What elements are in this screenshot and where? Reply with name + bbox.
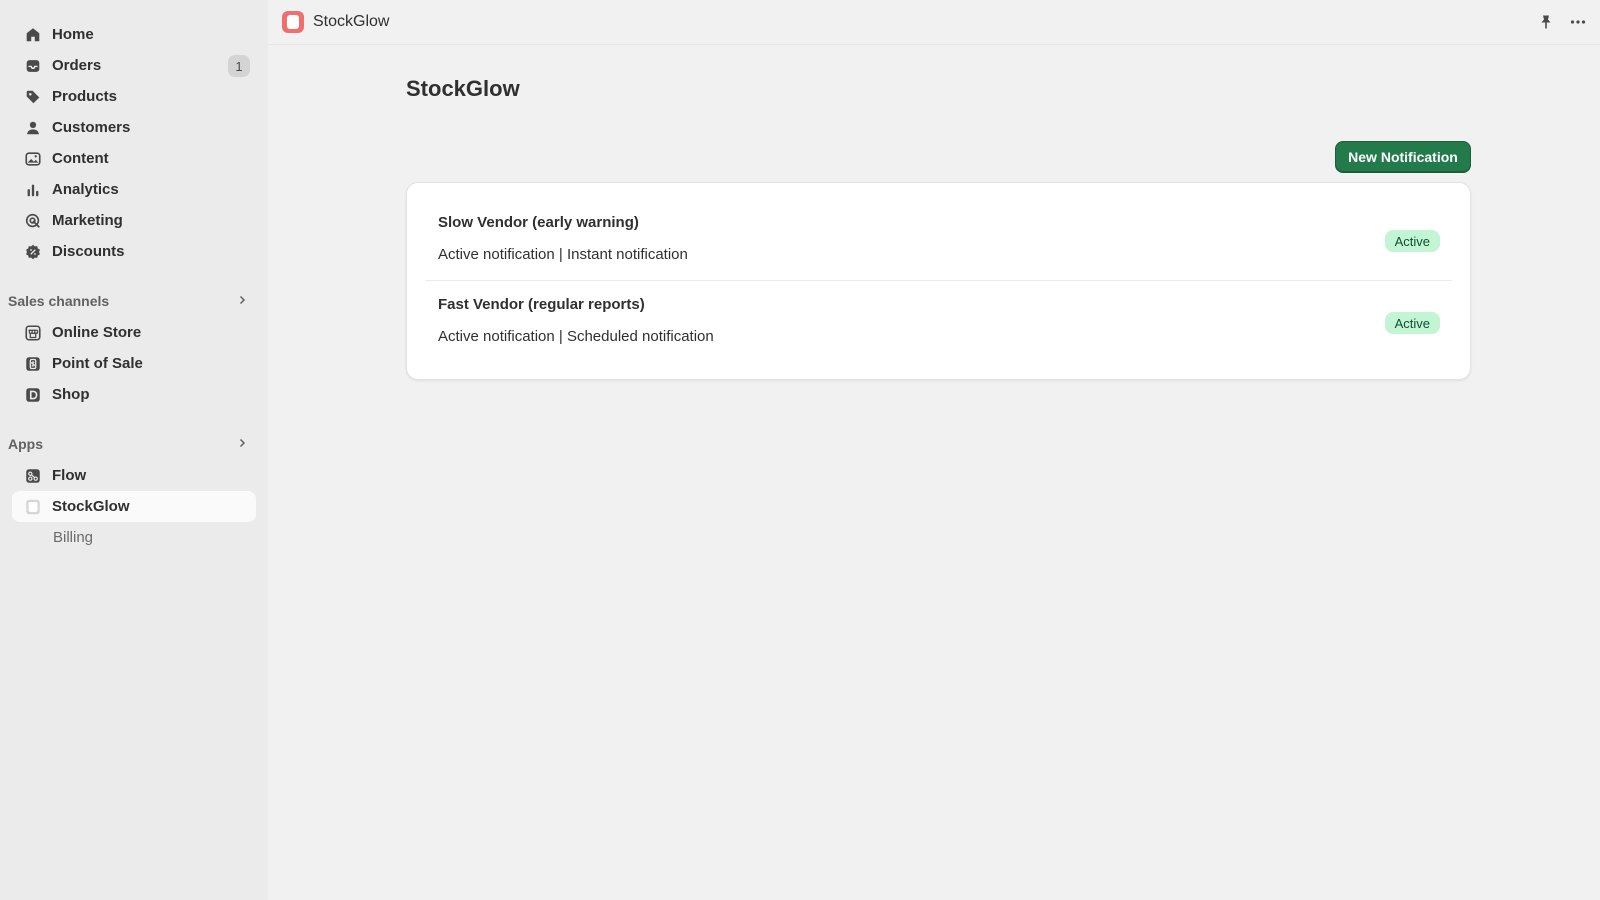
stockglow-icon xyxy=(24,498,42,516)
flow-icon xyxy=(24,467,42,485)
topbar-app-name: StockGlow xyxy=(313,13,390,30)
sidebar-item-stockglow[interactable]: StockGlow xyxy=(12,491,256,522)
sidebar-item-label: StockGlow xyxy=(52,498,130,515)
sidebar-item-analytics[interactable]: Analytics xyxy=(12,174,256,205)
section-header-label: Sales channels xyxy=(8,293,110,309)
sidebar-item-label: Customers xyxy=(52,119,131,136)
new-notification-button[interactable]: New Notification xyxy=(1335,141,1471,173)
notification-row[interactable]: Fast Vendor (regular reports) Active not… xyxy=(425,283,1452,363)
home-icon xyxy=(24,26,42,44)
chevron-right-icon xyxy=(236,293,248,309)
more-options-icon[interactable] xyxy=(1566,10,1590,34)
sidebar-item-label: Orders xyxy=(52,57,102,74)
chevron-right-icon xyxy=(236,436,248,452)
inbox-icon xyxy=(24,57,42,75)
app-topbar: StockGlow xyxy=(268,0,1600,45)
sidebar-item-flow[interactable]: Flow xyxy=(12,460,256,491)
notifications-card: Slow Vendor (early warning) Active notif… xyxy=(406,182,1471,380)
notification-title: Slow Vendor (early warning) xyxy=(438,214,639,231)
orders-count-badge: 1 xyxy=(228,55,250,77)
discount-icon xyxy=(24,243,42,261)
notification-subtitle: Active notification | Scheduled notifica… xyxy=(438,328,714,345)
sidebar-item-marketing[interactable]: Marketing xyxy=(12,205,256,236)
sidebar: Home Orders 1 Products Customers Content… xyxy=(0,0,268,900)
topbar-actions xyxy=(1534,10,1590,34)
image-icon xyxy=(24,150,42,168)
sidebar-item-orders[interactable]: Orders 1 xyxy=(12,50,256,81)
sidebar-item-label: Flow xyxy=(52,467,87,484)
sidebar-item-label: Discounts xyxy=(52,243,125,260)
sidebar-item-discounts[interactable]: Discounts xyxy=(12,236,256,267)
sidebar-item-label: Analytics xyxy=(52,181,119,198)
notification-row[interactable]: Slow Vendor (early warning) Active notif… xyxy=(425,201,1452,281)
sales-channels-header[interactable]: Sales channels xyxy=(0,285,268,317)
tag-icon xyxy=(24,88,42,106)
sidebar-item-label: Marketing xyxy=(52,212,123,229)
sidebar-item-label: Home xyxy=(52,26,94,43)
sidebar-item-customers[interactable]: Customers xyxy=(12,112,256,143)
status-badge: Active xyxy=(1384,230,1440,252)
notification-subtitle: Active notification | Instant notificati… xyxy=(438,246,688,263)
sidebar-item-content[interactable]: Content xyxy=(12,143,256,174)
sidebar-item-label: Online Store xyxy=(52,324,142,341)
sidebar-item-label: Content xyxy=(52,150,109,167)
status-badge: Active xyxy=(1384,312,1440,334)
pos-icon xyxy=(24,355,42,373)
sidebar-item-home[interactable]: Home xyxy=(12,19,256,50)
stockglow-logo-icon xyxy=(282,11,304,33)
sidebar-item-label: Point of Sale xyxy=(52,355,143,372)
page-title: StockGlow xyxy=(406,76,520,101)
sidebar-subitem-label: Billing xyxy=(53,529,94,546)
sidebar-item-online-store[interactable]: Online Store xyxy=(12,317,256,348)
store-icon xyxy=(24,324,42,342)
sidebar-item-label: Shop xyxy=(52,386,90,403)
target-icon xyxy=(24,212,42,230)
notification-title: Fast Vendor (regular reports) xyxy=(438,296,645,313)
sidebar-item-shop[interactable]: Shop xyxy=(12,379,256,410)
apps-header[interactable]: Apps xyxy=(0,428,268,460)
sidebar-subitem-billing[interactable]: Billing xyxy=(12,522,256,553)
sidebar-item-label: Products xyxy=(52,88,118,105)
shop-icon xyxy=(24,386,42,404)
bar-chart-icon xyxy=(24,181,42,199)
sidebar-item-products[interactable]: Products xyxy=(12,81,256,112)
section-header-label: Apps xyxy=(8,436,43,452)
pin-icon[interactable] xyxy=(1534,10,1558,34)
sidebar-item-point-of-sale[interactable]: Point of Sale xyxy=(12,348,256,379)
person-icon xyxy=(24,119,42,137)
